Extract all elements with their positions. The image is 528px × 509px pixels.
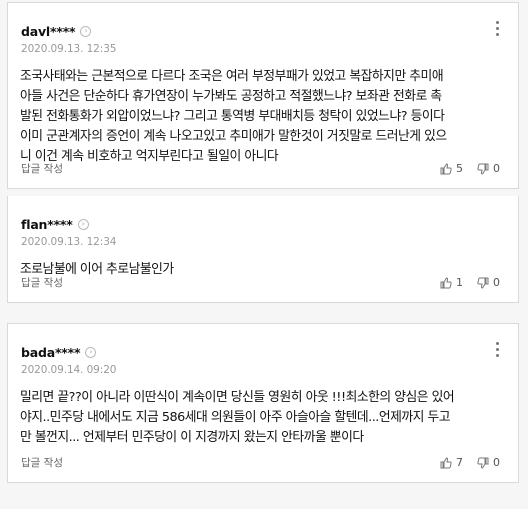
comment-header: flan**** › 2020.09.13. 12:34 xyxy=(8,196,518,248)
like-button[interactable]: 7 xyxy=(440,456,463,469)
comment-date: 2020.09.13. 12:35 xyxy=(21,43,117,55)
like-button[interactable]: 5 xyxy=(440,162,463,175)
profile-arrow-icon[interactable]: › xyxy=(77,219,89,230)
dislike-count: 0 xyxy=(493,162,500,175)
thumbs-up-icon xyxy=(440,456,452,468)
comment-author[interactable]: flan**** › xyxy=(21,217,89,232)
thumbs-down-icon xyxy=(477,457,489,469)
reply-button[interactable]: 답글 작성 xyxy=(21,455,63,470)
comment-text: 밀리면 끝??이 아니라 이딴식이 계속이면 당신들 영원히 아웃 !!!최소한… xyxy=(20,390,455,445)
thumbs-down-icon xyxy=(477,163,489,175)
more-options-icon[interactable] xyxy=(496,21,500,39)
like-count: 1 xyxy=(456,276,463,289)
comment-header: davl**** › 2020.09.13. 12:35 xyxy=(8,3,518,55)
comment-text: 조국사태와는 근본적으로 다르다 조국은 여러 부정부패가 있었고 복잡하지만 … xyxy=(20,69,447,164)
thumbs-down-icon xyxy=(477,277,489,289)
dislike-button[interactable]: 0 xyxy=(477,276,500,289)
profile-arrow-icon[interactable]: › xyxy=(80,26,92,37)
more-options-icon[interactable] xyxy=(496,342,500,360)
comment-footer: 답글 작성 7 0 xyxy=(21,455,500,470)
comment-date: 2020.09.13. 12:34 xyxy=(21,236,117,248)
comment-author[interactable]: davl**** › xyxy=(21,24,92,39)
comment-footer: 답글 작성 1 0 xyxy=(21,275,500,290)
vote-group: 5 0 xyxy=(440,162,500,175)
reply-button[interactable]: 답글 작성 xyxy=(21,275,63,290)
dislike-count: 0 xyxy=(493,276,500,289)
author-name[interactable]: davl**** xyxy=(21,24,76,39)
vote-group: 1 0 xyxy=(440,276,500,289)
author-name[interactable]: bada**** xyxy=(21,345,81,360)
dislike-button[interactable]: 0 xyxy=(477,456,500,469)
like-count: 5 xyxy=(456,162,463,175)
dislike-count: 0 xyxy=(493,456,500,469)
vote-group: 7 0 xyxy=(440,456,500,469)
like-button[interactable]: 1 xyxy=(440,276,463,289)
comment-footer: 답글 작성 5 0 xyxy=(21,161,500,176)
comment-card: davl**** › 2020.09.13. 12:35 조국사태와는 근본적으… xyxy=(7,2,519,189)
reply-button[interactable]: 답글 작성 xyxy=(21,161,63,176)
comment-card: flan**** › 2020.09.13. 12:34 조로남불에 이어 추로… xyxy=(7,196,519,303)
author-name[interactable]: flan**** xyxy=(21,217,73,232)
comment-header: bada**** › 2020.09.14. 09:20 xyxy=(8,324,518,376)
profile-arrow-icon[interactable]: › xyxy=(85,347,97,358)
dislike-button[interactable]: 0 xyxy=(477,162,500,175)
comment-date: 2020.09.14. 09:20 xyxy=(21,364,117,376)
thumbs-up-icon xyxy=(440,162,452,174)
like-count: 7 xyxy=(456,456,463,469)
comment-author[interactable]: bada**** › xyxy=(21,345,97,360)
comment-card: bada**** › 2020.09.14. 09:20 밀리면 끝??이 아니… xyxy=(7,323,519,483)
thumbs-up-icon xyxy=(440,276,452,288)
